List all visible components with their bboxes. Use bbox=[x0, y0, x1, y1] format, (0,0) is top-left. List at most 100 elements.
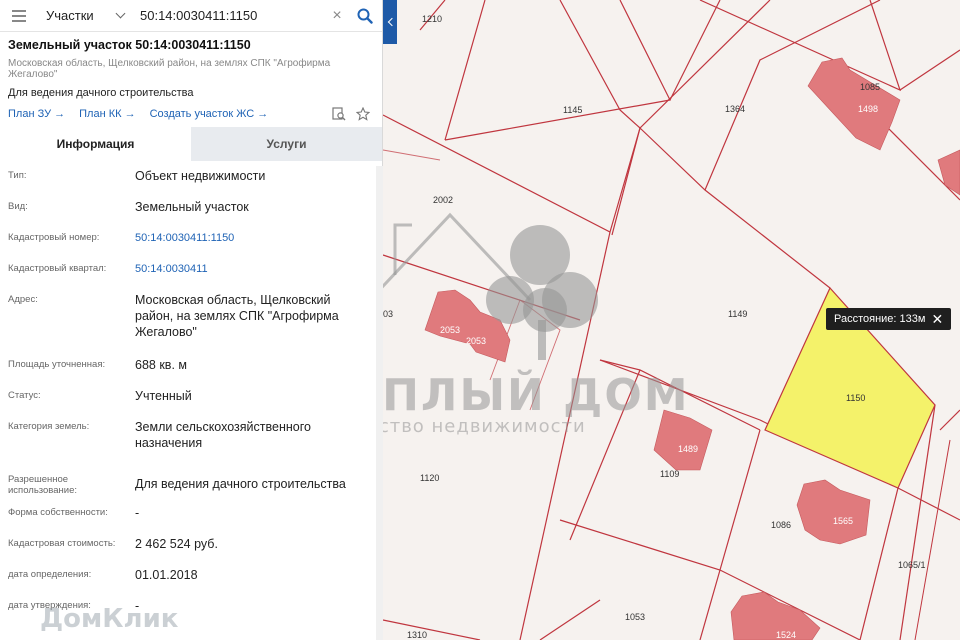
object-address: Московская область, Щелковский район, на… bbox=[8, 58, 331, 80]
property-value: Земельный участок bbox=[135, 200, 249, 214]
chevron-down-icon bbox=[115, 8, 126, 19]
scrollbar[interactable] bbox=[376, 166, 383, 640]
parcel-border bbox=[669, 0, 721, 101]
plot-label: 1145 bbox=[563, 105, 582, 115]
collapse-panel-button[interactable] bbox=[383, 0, 397, 44]
property-list: Тип: Объект недвижимости Вид: Земельный … bbox=[0, 168, 376, 629]
property-value: 688 кв. м bbox=[135, 358, 187, 372]
parcel-border bbox=[939, 409, 960, 431]
property-key: Адрес: bbox=[8, 294, 38, 305]
plot-label: 1120 bbox=[420, 473, 439, 483]
property-row: Вид: Земельный участок bbox=[0, 199, 376, 230]
property-row: Кадастровый квартал: 50:14:0030411 bbox=[0, 261, 376, 292]
plot-label: 1109 bbox=[660, 469, 679, 479]
property-key: Кадастровая стоимость: bbox=[8, 538, 116, 549]
building[interactable] bbox=[807, 57, 901, 151]
object-title: Земельный участок 50:14:0030411:1150 bbox=[8, 38, 251, 52]
property-value: - bbox=[135, 506, 140, 520]
plot-label: 1149 bbox=[728, 309, 747, 319]
property-row: Статус: Учтенный bbox=[0, 388, 376, 419]
property-value: Учтенный bbox=[135, 389, 192, 403]
property-row: Кадастровая стоимость: 2 462 524 руб. bbox=[0, 536, 376, 567]
property-row: Категория земель: Земли сельскохозяйстве… bbox=[0, 419, 376, 463]
building[interactable] bbox=[796, 479, 871, 545]
plot-label: 1310 bbox=[407, 630, 427, 640]
property-value: Для ведения дачного строительства bbox=[135, 477, 346, 491]
clear-icon[interactable]: × bbox=[326, 7, 348, 25]
parcel-border bbox=[914, 439, 951, 640]
plot-label: 1085 bbox=[860, 82, 880, 92]
property-row: Тип: Объект недвижимости bbox=[0, 168, 376, 199]
plot-label: 1210 bbox=[422, 14, 442, 24]
property-row: Площадь уточненная: 688 кв. м bbox=[0, 357, 376, 388]
property-key: Категория земель: bbox=[8, 421, 90, 432]
tab-bar: Информация Услуги bbox=[0, 127, 382, 161]
property-row: Кадастровый номер: 50:14:0030411:1150 bbox=[0, 230, 376, 261]
parcel-border bbox=[444, 0, 486, 141]
create-plot-link[interactable]: Создать участок ЖС → bbox=[150, 108, 269, 120]
property-key: Вид: bbox=[8, 201, 28, 212]
chevron-left-icon bbox=[387, 17, 396, 27]
search-icon bbox=[357, 8, 373, 24]
plot-label: 1065/1 bbox=[898, 560, 926, 570]
building-label: 2053 bbox=[466, 336, 486, 346]
property-key: Площадь уточненная: bbox=[8, 359, 106, 370]
property-row: Адрес: Московская область, Щелковский ра… bbox=[0, 292, 376, 357]
parcel-border bbox=[382, 149, 441, 161]
property-key: Статус: bbox=[8, 390, 41, 401]
search-button[interactable] bbox=[348, 0, 382, 32]
building-label: 1498 bbox=[858, 104, 878, 114]
parcel-border bbox=[639, 0, 771, 129]
action-links: План ЗУ → План КК → Создать участок ЖС → bbox=[8, 107, 374, 121]
property-row: Форма собственности: - bbox=[0, 505, 376, 536]
distance-text: Расстояние: 133м bbox=[834, 313, 926, 325]
search-bar: Участки × bbox=[0, 0, 382, 32]
plan-zu-link[interactable]: План ЗУ → bbox=[8, 108, 65, 120]
document-search-icon[interactable] bbox=[332, 107, 346, 121]
tab-services[interactable]: Услуги bbox=[191, 127, 382, 161]
property-key: Тип: bbox=[8, 170, 27, 181]
object-use: Для ведения дачного строительства bbox=[8, 87, 194, 99]
property-key: Кадастровый квартал: bbox=[8, 263, 107, 274]
object-type-label: Участки bbox=[46, 8, 94, 23]
plot-label: 1086 bbox=[771, 520, 791, 530]
object-header: Земельный участок 50:14:0030411:1150 Мос… bbox=[0, 32, 382, 121]
property-key: Кадастровый номер: bbox=[8, 232, 100, 243]
object-type-select[interactable]: Участки bbox=[38, 0, 134, 32]
menu-icon[interactable] bbox=[0, 0, 38, 32]
property-value: Объект недвижимости bbox=[135, 169, 266, 183]
plot-label: 1150 bbox=[846, 393, 865, 403]
plot-label: 2002 bbox=[433, 195, 453, 205]
close-icon[interactable]: ✕ bbox=[931, 308, 943, 330]
parcel-border bbox=[899, 49, 960, 91]
building-label: 1489 bbox=[678, 444, 698, 454]
building-label: 2053 bbox=[440, 325, 460, 335]
parcel-border bbox=[382, 114, 641, 233]
parcel-border bbox=[539, 599, 601, 640]
property-key: Разрешенное использование: bbox=[8, 474, 78, 496]
property-value: Земли сельскохозяйственного назначения bbox=[135, 420, 311, 450]
cadastral-number-link[interactable]: 50:14:0030411:1150 bbox=[135, 230, 368, 261]
search-input[interactable] bbox=[134, 0, 326, 32]
building-label: 1565 bbox=[833, 516, 853, 526]
parcel-border bbox=[382, 619, 481, 640]
watermark-brand: ДомКлик bbox=[40, 604, 179, 634]
plot-label: 1364 bbox=[725, 104, 745, 114]
property-key: Форма собственности: bbox=[8, 507, 108, 518]
distance-tooltip: Расстояние: 133м ✕ bbox=[826, 308, 952, 330]
plot-label: 1053 bbox=[625, 612, 645, 622]
info-panel: Участки × Земельный участок 50:14:003041… bbox=[0, 0, 383, 640]
building-label: 1524 bbox=[776, 630, 796, 640]
tab-information[interactable]: Информация bbox=[0, 127, 191, 161]
plan-kk-link[interactable]: План КК → bbox=[79, 108, 135, 120]
plot-label: 03 bbox=[383, 309, 393, 319]
property-value: 2 462 524 руб. bbox=[135, 537, 218, 551]
property-value: 01.01.2018 bbox=[135, 568, 198, 582]
parcel-border bbox=[559, 519, 861, 640]
star-icon[interactable] bbox=[356, 107, 370, 121]
cadastral-quarter-link[interactable]: 50:14:0030411 bbox=[135, 261, 368, 292]
parcel-border bbox=[699, 0, 902, 92]
parcel-border bbox=[639, 127, 831, 289]
property-key: дата определения: bbox=[8, 569, 92, 580]
property-value: Московская область, Щелковский район, на… bbox=[135, 293, 339, 339]
